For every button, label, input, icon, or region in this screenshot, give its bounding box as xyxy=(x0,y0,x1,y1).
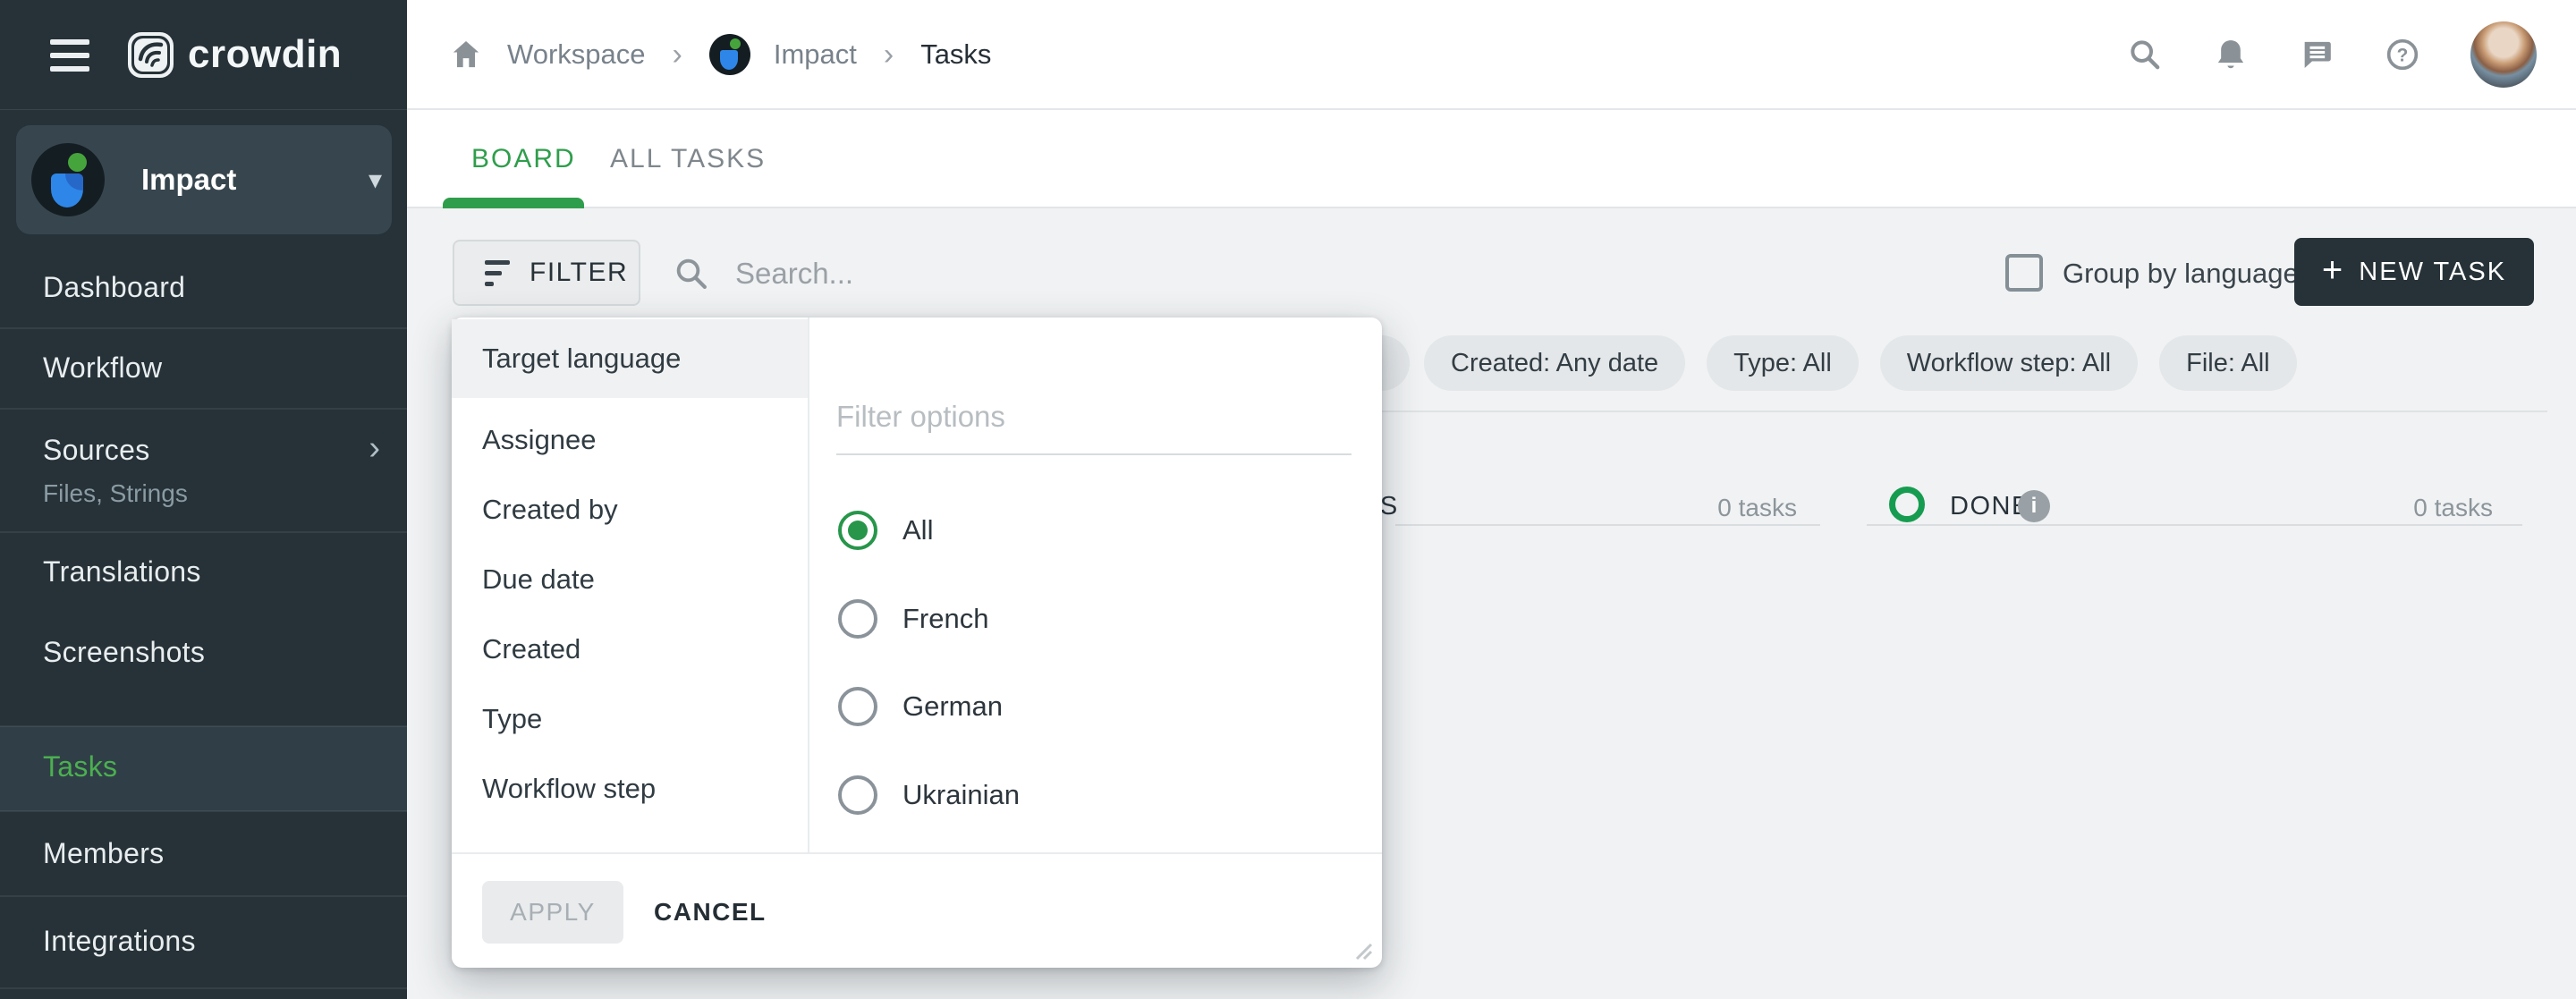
divider xyxy=(0,531,407,533)
radio-label: All xyxy=(902,514,933,546)
breadcrumb-current-page: Tasks xyxy=(920,38,991,71)
column-underline xyxy=(1867,524,2522,526)
svg-text:?: ? xyxy=(2397,45,2409,65)
help-icon[interactable]: ? xyxy=(2385,37,2420,72)
radio-icon[interactable] xyxy=(838,599,877,639)
filter-menu-type[interactable]: Type xyxy=(452,684,808,754)
filter-menu-target-language[interactable]: Target language xyxy=(452,319,808,398)
filter-icon xyxy=(485,260,510,286)
info-icon[interactable]: i xyxy=(2018,490,2050,522)
bell-icon[interactable] xyxy=(2213,37,2249,72)
active-tab-underline xyxy=(443,198,584,208)
filter-menu-created[interactable]: Created xyxy=(452,614,808,684)
search-icon xyxy=(673,255,710,292)
search-input[interactable] xyxy=(735,245,1236,302)
language-option-all[interactable]: All xyxy=(838,511,933,550)
filter-chips-row: Created: Any date Type: All Workflow ste… xyxy=(1424,335,2297,391)
search-icon[interactable] xyxy=(2127,37,2163,72)
filter-chip-type[interactable]: Type: All xyxy=(1707,335,1859,391)
radio-icon[interactable] xyxy=(838,775,877,815)
sidebar-item-tasks[interactable]: Tasks xyxy=(43,750,117,783)
user-avatar[interactable] xyxy=(2470,21,2537,88)
breadcrumb-workspace[interactable]: Workspace xyxy=(507,38,646,71)
group-by-language-checkbox[interactable] xyxy=(2005,254,2043,292)
crowdin-wordmark: crowdin xyxy=(188,32,342,77)
sidebar: crowdin Impact ▾ Dashboard Workflow Sour… xyxy=(0,0,407,999)
radio-label: French xyxy=(902,603,988,635)
radio-label: Ukrainian xyxy=(902,779,1020,811)
project-name: Impact xyxy=(141,163,236,197)
radio-icon[interactable] xyxy=(838,687,877,726)
filter-button-label: FILTER xyxy=(530,258,628,288)
tab-all-tasks[interactable]: ALL TASKS xyxy=(610,144,766,174)
divider xyxy=(808,317,809,852)
sidebar-header: crowdin xyxy=(0,0,407,110)
column-count: 0 tasks xyxy=(1717,494,1797,522)
sidebar-item-dashboard[interactable]: Dashboard xyxy=(43,271,185,304)
sidebar-item-integrations[interactable]: Integrations xyxy=(43,925,196,958)
filter-menu-workflow-step[interactable]: Workflow step xyxy=(452,754,808,824)
tabbar: BOARD ALL TASKS xyxy=(407,110,2576,208)
divider xyxy=(452,852,1382,854)
hamburger-menu-icon[interactable] xyxy=(50,39,89,72)
chevron-down-icon: ▾ xyxy=(369,165,382,196)
radio-selected-icon[interactable] xyxy=(838,511,877,550)
filter-button[interactable]: FILTER xyxy=(453,240,640,306)
plus-icon: + xyxy=(2322,250,2343,291)
chevron-right-icon: › xyxy=(369,431,380,465)
filter-menu-created-by[interactable]: Created by xyxy=(452,475,808,545)
breadcrumb-project-avatar xyxy=(709,34,750,75)
divider xyxy=(0,327,407,329)
sidebar-item-screenshots[interactable]: Screenshots xyxy=(43,636,205,669)
filter-menu-assignee[interactable]: Assignee xyxy=(452,405,808,475)
crowdin-app: crowdin Impact ▾ Dashboard Workflow Sour… xyxy=(0,0,2576,999)
done-status-icon xyxy=(1889,487,1925,522)
sidebar-item-members[interactable]: Members xyxy=(43,837,164,870)
filter-chip-created[interactable]: Created: Any date xyxy=(1424,335,1685,391)
language-option-german[interactable]: German xyxy=(838,687,1003,726)
filter-chip-file[interactable]: File: All xyxy=(2159,335,2296,391)
tab-board[interactable]: BOARD xyxy=(471,144,576,174)
divider xyxy=(0,408,407,410)
sidebar-item-workflow[interactable]: Workflow xyxy=(43,351,162,385)
new-task-button[interactable]: + NEW TASK xyxy=(2294,238,2534,306)
chat-icon[interactable] xyxy=(2299,37,2334,72)
group-by-language-label: Group by language xyxy=(2063,258,2299,290)
topbar-actions: ? xyxy=(2127,21,2537,88)
column-count: 0 tasks xyxy=(2413,494,2493,522)
sidebar-item-translations[interactable]: Translations xyxy=(43,555,201,588)
filter-menu-due-date[interactable]: Due date xyxy=(452,545,808,614)
home-icon[interactable] xyxy=(448,37,484,72)
column-underline xyxy=(1395,524,1820,526)
language-option-french[interactable]: French xyxy=(838,599,988,639)
cancel-button[interactable]: CANCEL xyxy=(654,881,767,944)
breadcrumb: Workspace › Impact › Tasks xyxy=(448,34,991,75)
divider xyxy=(0,725,407,727)
project-avatar xyxy=(31,143,105,216)
filter-chip-workflow-step[interactable]: Workflow step: All xyxy=(1880,335,2138,391)
language-option-ukrainian[interactable]: Ukrainian xyxy=(838,775,1020,815)
apply-button[interactable]: APPLY xyxy=(482,881,623,944)
chevron-right-icon: › xyxy=(880,39,897,70)
sidebar-item-sources-subtitle: Files, Strings xyxy=(43,479,188,508)
resize-handle[interactable] xyxy=(1346,934,1373,961)
breadcrumb-project[interactable]: Impact xyxy=(774,38,857,71)
divider xyxy=(0,810,407,812)
sidebar-item-sources[interactable]: Sources xyxy=(43,434,150,467)
new-task-button-label: NEW TASK xyxy=(2359,258,2506,287)
topbar: Workspace › Impact › Tasks xyxy=(407,0,2576,110)
chevron-right-icon: › xyxy=(669,39,686,70)
divider xyxy=(0,987,407,989)
divider xyxy=(0,895,407,897)
radio-label: German xyxy=(902,690,1003,723)
filter-popup: Target language Assignee Created by Due … xyxy=(452,317,1382,968)
crowdin-logo-icon xyxy=(125,30,176,80)
filter-options-input[interactable] xyxy=(836,380,1352,455)
